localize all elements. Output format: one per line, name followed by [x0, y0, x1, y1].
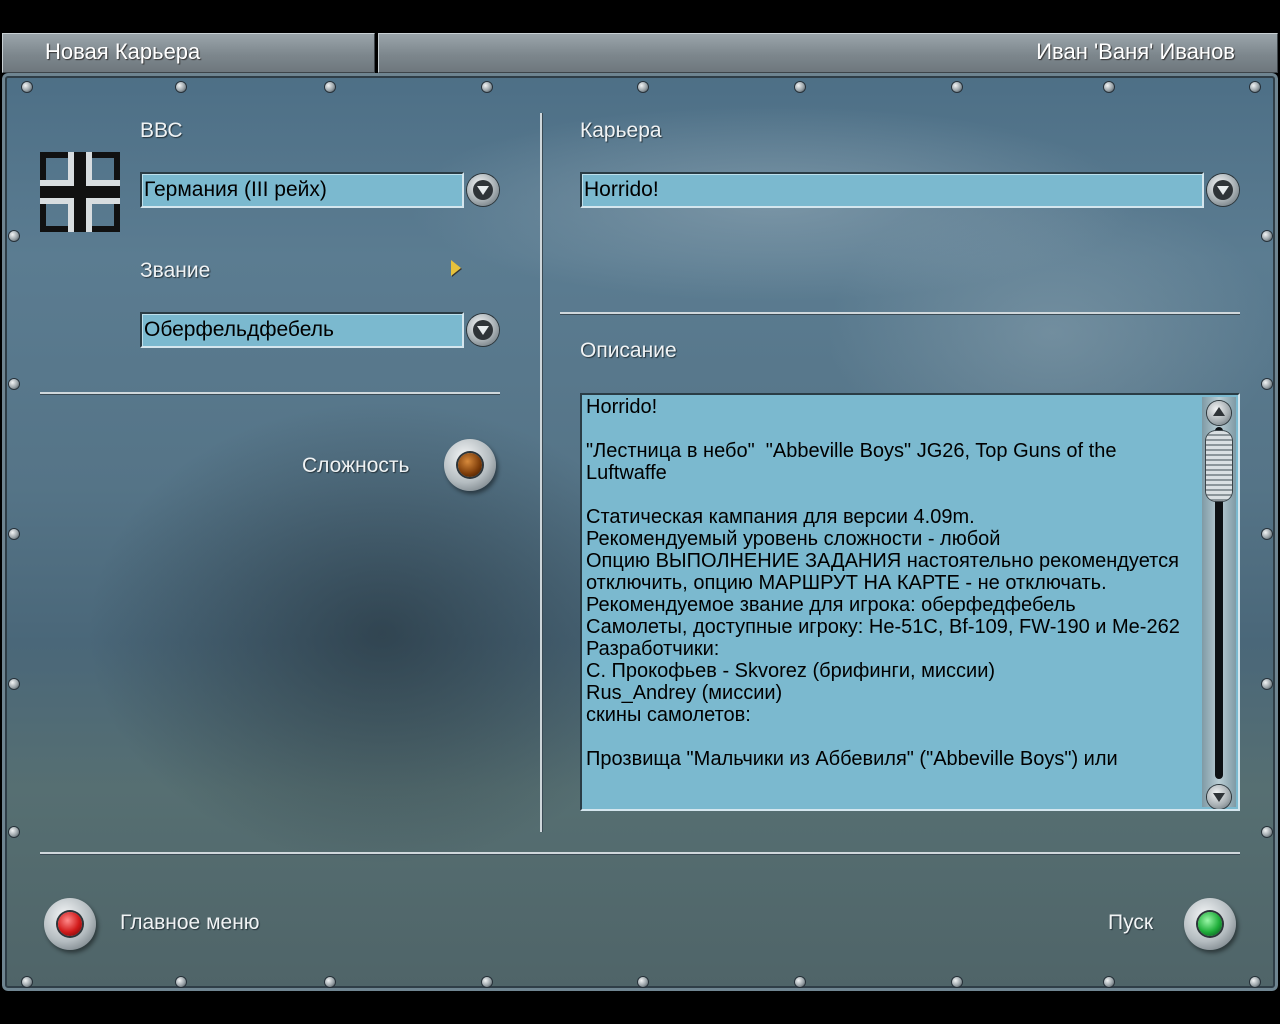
green-lamp-icon — [1198, 912, 1222, 936]
rivet — [952, 82, 962, 92]
rivet — [1262, 231, 1272, 241]
rivet — [482, 82, 492, 92]
main-menu-button[interactable] — [44, 898, 96, 950]
description-text: Horrido! "Лестница в небо" "Abbeville Bo… — [586, 396, 1180, 770]
chevron-up-icon — [1213, 407, 1225, 416]
difficulty-lamp-icon — [458, 453, 482, 477]
rivet — [176, 977, 186, 987]
rivet — [1262, 679, 1272, 689]
career-dropdown-button[interactable] — [1207, 174, 1239, 206]
chevron-down-icon — [477, 326, 489, 335]
rivet — [795, 977, 805, 987]
rivet — [482, 977, 492, 987]
balkenkreuz-icon — [40, 152, 120, 232]
air-force-dropdown-button[interactable] — [467, 174, 499, 206]
difficulty-label: Сложность — [302, 454, 410, 477]
start-label: Пуск — [1108, 911, 1154, 934]
chevron-down-icon — [1217, 186, 1229, 195]
chevron-down-icon — [477, 186, 489, 195]
rivet — [325, 977, 335, 987]
rivet — [22, 977, 32, 987]
rank-dropdown-button[interactable] — [467, 314, 499, 346]
description-label: Описание — [580, 339, 677, 362]
rank-label: Звание — [140, 259, 211, 282]
scroll-down-button[interactable] — [1207, 785, 1231, 809]
rivet — [9, 529, 19, 539]
rivet — [952, 977, 962, 987]
rivet — [1262, 379, 1272, 389]
rivet — [1262, 529, 1272, 539]
start-button[interactable] — [1184, 898, 1236, 950]
screen: Новая Карьера Иван 'Ваня' Иванов ВВС Гер… — [0, 0, 1280, 1024]
right-divider — [560, 312, 1240, 314]
rank-value: Оберфельдфебель — [144, 318, 334, 341]
description-scrollbar[interactable] — [1202, 397, 1236, 809]
rivet — [638, 977, 648, 987]
rivet — [22, 82, 32, 92]
screen-title: Новая Карьера — [45, 39, 201, 64]
air-force-label: ВВС — [140, 119, 183, 142]
main-menu-label: Главное меню — [120, 911, 260, 934]
rivet — [9, 379, 19, 389]
air-force-value: Германия (III рейх) — [144, 178, 327, 201]
air-force-select[interactable]: Германия (III рейх) — [140, 172, 464, 208]
pilot-name: Иван 'Ваня' Иванов — [1036, 39, 1235, 64]
career-value: Horrido! — [584, 178, 659, 201]
bottom-divider — [40, 852, 1240, 854]
rivet — [1104, 82, 1114, 92]
scroll-up-button[interactable] — [1207, 401, 1231, 425]
left-divider — [40, 392, 500, 394]
rivet — [325, 82, 335, 92]
mouse-cursor-icon — [451, 260, 461, 276]
rivet — [795, 82, 805, 92]
rank-select[interactable]: Оберфельдфебель — [140, 312, 464, 348]
career-select[interactable]: Horrido! — [580, 172, 1204, 208]
pilot-name-bar: Иван 'Ваня' Иванов — [378, 33, 1278, 73]
screen-title-bar: Новая Карьера — [2, 33, 375, 73]
career-label: Карьера — [580, 119, 662, 142]
scrollbar-thumb[interactable] — [1206, 431, 1232, 501]
rivet — [9, 231, 19, 241]
rivet — [9, 679, 19, 689]
rivet — [1104, 977, 1114, 987]
rivet — [1250, 977, 1260, 987]
chevron-down-icon — [1213, 793, 1225, 802]
rivet — [176, 82, 186, 92]
description-box[interactable]: Horrido! "Лестница в небо" "Abbeville Bo… — [580, 393, 1240, 811]
rivet — [1262, 827, 1272, 837]
rivet — [638, 82, 648, 92]
center-divider — [540, 113, 542, 832]
rivet — [1250, 82, 1260, 92]
red-lamp-icon — [58, 912, 82, 936]
difficulty-button[interactable] — [444, 439, 496, 491]
rivet — [9, 827, 19, 837]
